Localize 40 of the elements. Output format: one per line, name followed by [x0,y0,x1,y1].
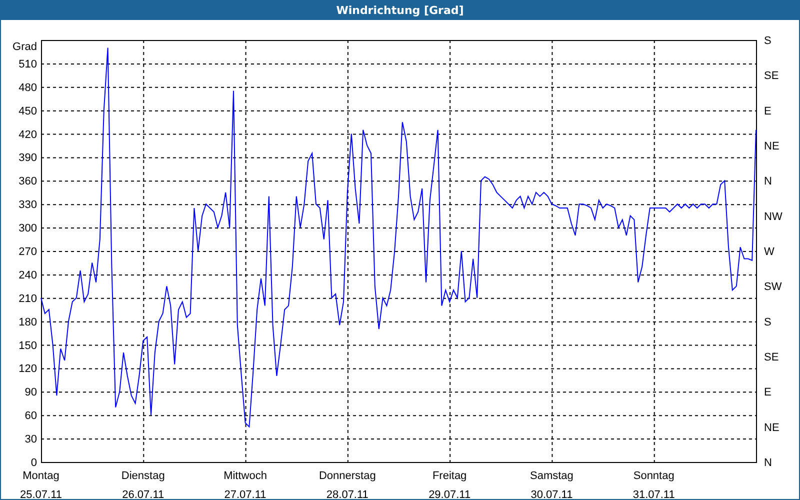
y-tick-label: 270 [18,246,37,258]
y-tick-label: 30 [24,434,37,446]
compass-tick-label: SE [764,70,779,82]
y-tick-label: 360 [18,176,37,188]
compass-tick-label: N [764,457,772,469]
y-tick-label: 480 [18,82,37,94]
compass-tick-label: E [764,105,772,118]
y-tick-label: 510 [18,58,37,70]
y-tick-label: 420 [18,128,37,141]
y-tick-label: 60 [24,410,37,422]
compass-tick-label: NW [764,210,782,223]
compass-tick-label: W [764,246,774,258]
x-tick-label: Sonntag 31.07.11 [632,470,675,499]
y-tick-label: 150 [18,340,37,352]
x-tick-label: Freitag 29.07.11 [428,470,471,499]
y-tick-label: 390 [18,152,37,164]
compass-tick-label: SW [764,281,782,294]
y-tick-label: 240 [18,269,37,282]
y-tick-label: 90 [24,386,37,399]
x-tick-label: Samstag 30.07.11 [530,470,574,499]
x-tick-label: Mittwoch 27.07.11 [224,470,267,499]
y-tick-label: 120 [18,363,37,376]
x-tick-label: Donnerstag 28.07.11 [319,470,376,499]
y-tick-label: 300 [18,222,37,235]
compass-tick-label: N [764,176,772,188]
x-tick-label: Dienstag 26.07.11 [121,470,165,499]
compass-tick-label: S [764,35,772,47]
y-tick-label: 0 [30,457,37,469]
compass-tick-label: NE [764,422,780,434]
compass-tick-label: NE [764,140,780,152]
y-tick-label: 450 [18,105,37,118]
y-axis-title: Grad [12,41,37,53]
compass-tick-label: S [764,316,772,328]
y-tick-label: 180 [18,316,37,328]
y-tick-label: 330 [18,199,37,212]
title-bar: Windrichtung [Grad] [1,1,799,20]
compass-tick-label: E [764,386,772,399]
compass-tick-label: SE [764,352,779,364]
x-tick-label: Montag 25.07.11 [20,470,62,499]
y-tick-label: 210 [18,292,37,305]
